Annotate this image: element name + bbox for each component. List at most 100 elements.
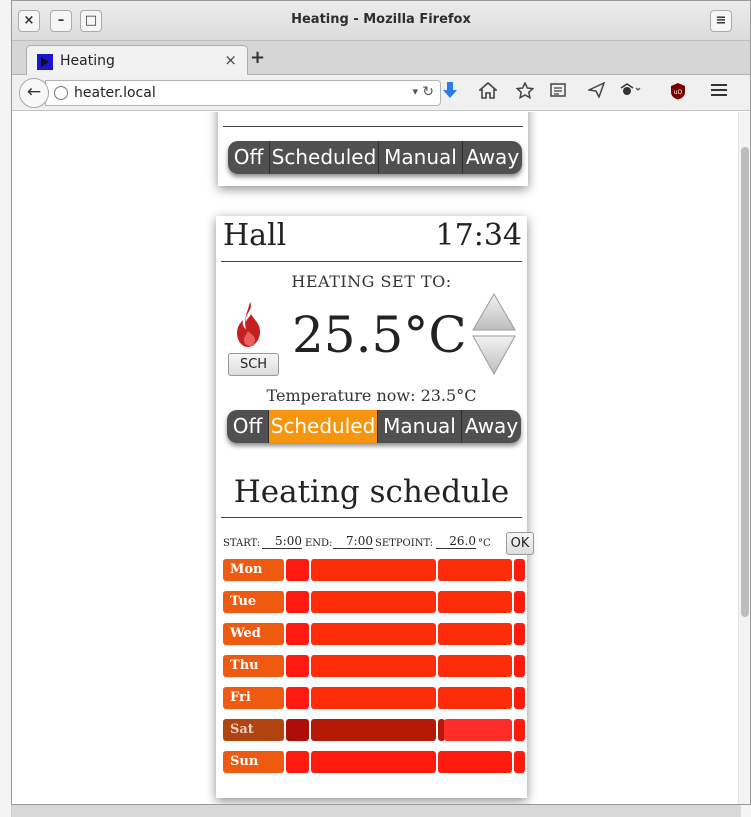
schedule-day-row: Thu <box>223 655 525 677</box>
page-viewport: Off Scheduled Manual Away Hall 17:34 HEA… <box>12 112 750 804</box>
send-icon[interactable] <box>585 81 607 103</box>
svg-text:uO: uO <box>674 89 683 96</box>
schedule-segment[interactable] <box>286 687 309 709</box>
divider <box>223 126 523 127</box>
mode-off-button[interactable]: Off <box>227 410 269 443</box>
url-dropdown-icon[interactable]: ▾ <box>412 85 418 98</box>
mode-away-button[interactable]: Away <box>463 141 522 174</box>
schedule-segment[interactable] <box>514 655 525 677</box>
title-bar: × – □ Heating - Mozilla Firefox ≡ <box>12 1 750 41</box>
schedule-segment[interactable] <box>514 687 525 709</box>
flame-icon <box>237 302 260 347</box>
end-label: END: <box>305 538 333 549</box>
home-icon[interactable] <box>477 81 499 104</box>
start-field[interactable]: 5:00 <box>262 534 302 549</box>
schedule-segment[interactable] <box>311 559 436 581</box>
mode-manual-button[interactable]: Manual <box>378 410 462 443</box>
schedule-segment[interactable] <box>514 751 525 773</box>
schedule-segment[interactable] <box>311 623 436 645</box>
schedule-segment[interactable] <box>514 623 525 645</box>
schedule-day-row: Tue <box>223 591 525 613</box>
zone-card-previous: Off Scheduled Manual Away <box>218 112 528 186</box>
schedule-segment[interactable] <box>438 751 512 773</box>
schedule-segment[interactable] <box>438 559 512 581</box>
sch-button[interactable]: SCH <box>228 353 279 376</box>
globe-icon <box>54 86 68 100</box>
ublock-icon[interactable]: uO <box>667 82 689 105</box>
ok-button[interactable]: OK <box>506 532 534 555</box>
mode-scheduled-button[interactable]: Scheduled <box>269 410 378 443</box>
schedule-segment[interactable] <box>438 591 512 613</box>
firefox-window: × – □ Heating - Mozilla Firefox ≡ Heatin… <box>11 0 751 805</box>
divider <box>221 517 522 518</box>
back-button[interactable]: ← <box>19 78 49 108</box>
schedule-segment[interactable] <box>438 687 512 709</box>
day-label: Sun <box>223 751 284 773</box>
schedule-segment[interactable] <box>444 719 512 741</box>
schedule-day-row: Fri <box>223 687 525 709</box>
schedule-segment[interactable] <box>286 751 309 773</box>
mode-selector: Off Scheduled Manual Away <box>227 410 521 443</box>
start-label: START: <box>223 538 261 549</box>
schedule-segment[interactable] <box>311 591 436 613</box>
divider <box>221 261 522 262</box>
mode-off-button[interactable]: Off <box>228 141 270 174</box>
day-label: Thu <box>223 655 284 677</box>
schedule-editor: START: 5:00 END: 7:00 SETPOINT: 26.0 °C … <box>223 530 534 556</box>
tab-heating[interactable]: Heating × <box>26 45 248 76</box>
schedule-day-row: Wed <box>223 623 525 645</box>
bookmark-star-icon[interactable] <box>514 81 536 104</box>
schedule-day-row: Sun <box>223 751 525 773</box>
zone-card-hall: Hall 17:34 HEATING SET TO: SCH 25.5°C Te… <box>216 216 534 798</box>
schedule-segment[interactable] <box>438 655 512 677</box>
setpoint-label: SETPOINT: <box>375 538 434 549</box>
menu-icon[interactable] <box>708 82 730 103</box>
url-text[interactable]: heater.local <box>74 85 156 101</box>
setpoint-value: 25.5°C <box>292 306 467 364</box>
schedule-segment[interactable] <box>286 623 309 645</box>
schedule-segment[interactable] <box>311 751 436 773</box>
schedule-day-row: Mon <box>223 559 525 581</box>
schedule-segment[interactable] <box>311 687 436 709</box>
end-field[interactable]: 7:00 <box>333 534 373 549</box>
schedule-segment[interactable] <box>438 623 512 645</box>
schedule-segment[interactable] <box>514 591 525 613</box>
window-menu-button[interactable]: ≡ <box>710 10 732 32</box>
mode-away-button[interactable]: Away <box>462 410 521 443</box>
schedule-segment[interactable] <box>286 559 309 581</box>
tab-close-icon[interactable]: × <box>224 51 237 69</box>
schedule-segment[interactable] <box>311 655 436 677</box>
schedule-segment[interactable] <box>286 591 309 613</box>
schedule-segment[interactable] <box>286 655 309 677</box>
scrollbar-thumb[interactable] <box>741 147 749 617</box>
schedule-title: Heating schedule <box>233 474 510 510</box>
mode-manual-button[interactable]: Manual <box>379 141 463 174</box>
mode-scheduled-button[interactable]: Scheduled <box>270 141 379 174</box>
schedule-segment[interactable] <box>286 719 309 741</box>
setpoint-down-arrow-icon[interactable] <box>472 335 516 376</box>
spy-extension-icon[interactable] <box>619 82 641 103</box>
current-time: 17:34 <box>435 218 522 253</box>
heating-set-to-label: HEATING SET TO: <box>291 272 452 291</box>
schedule-segment[interactable] <box>514 559 525 581</box>
reading-list-icon[interactable] <box>547 82 569 103</box>
vertical-scrollbar[interactable] <box>738 112 750 804</box>
tab-strip: Heating × + <box>12 41 750 76</box>
temperature-now: Temperature now: 23.5°C <box>266 386 477 405</box>
url-bar[interactable]: heater.local ▾ ↻ <box>45 80 441 106</box>
day-label: Fri <box>223 687 284 709</box>
new-tab-button[interactable]: + <box>250 47 265 68</box>
schedule-segment[interactable] <box>514 719 525 741</box>
setpoint-field[interactable]: 26.0 <box>436 534 476 549</box>
day-label: Tue <box>223 591 284 613</box>
window-title: Heating - Mozilla Firefox <box>291 12 471 27</box>
navigation-bar: heater.local ▾ ↻ ← uO <box>12 75 750 111</box>
reload-icon[interactable]: ↻ <box>422 84 434 100</box>
day-label: Sat <box>223 719 284 741</box>
download-icon[interactable] <box>439 82 461 105</box>
tab-title: Heating <box>60 53 115 69</box>
schedule-segment[interactable] <box>311 719 436 741</box>
mode-selector-previous: Off Scheduled Manual Away <box>228 141 522 174</box>
day-label: Wed <box>223 623 284 645</box>
setpoint-up-arrow-icon[interactable] <box>472 293 516 331</box>
